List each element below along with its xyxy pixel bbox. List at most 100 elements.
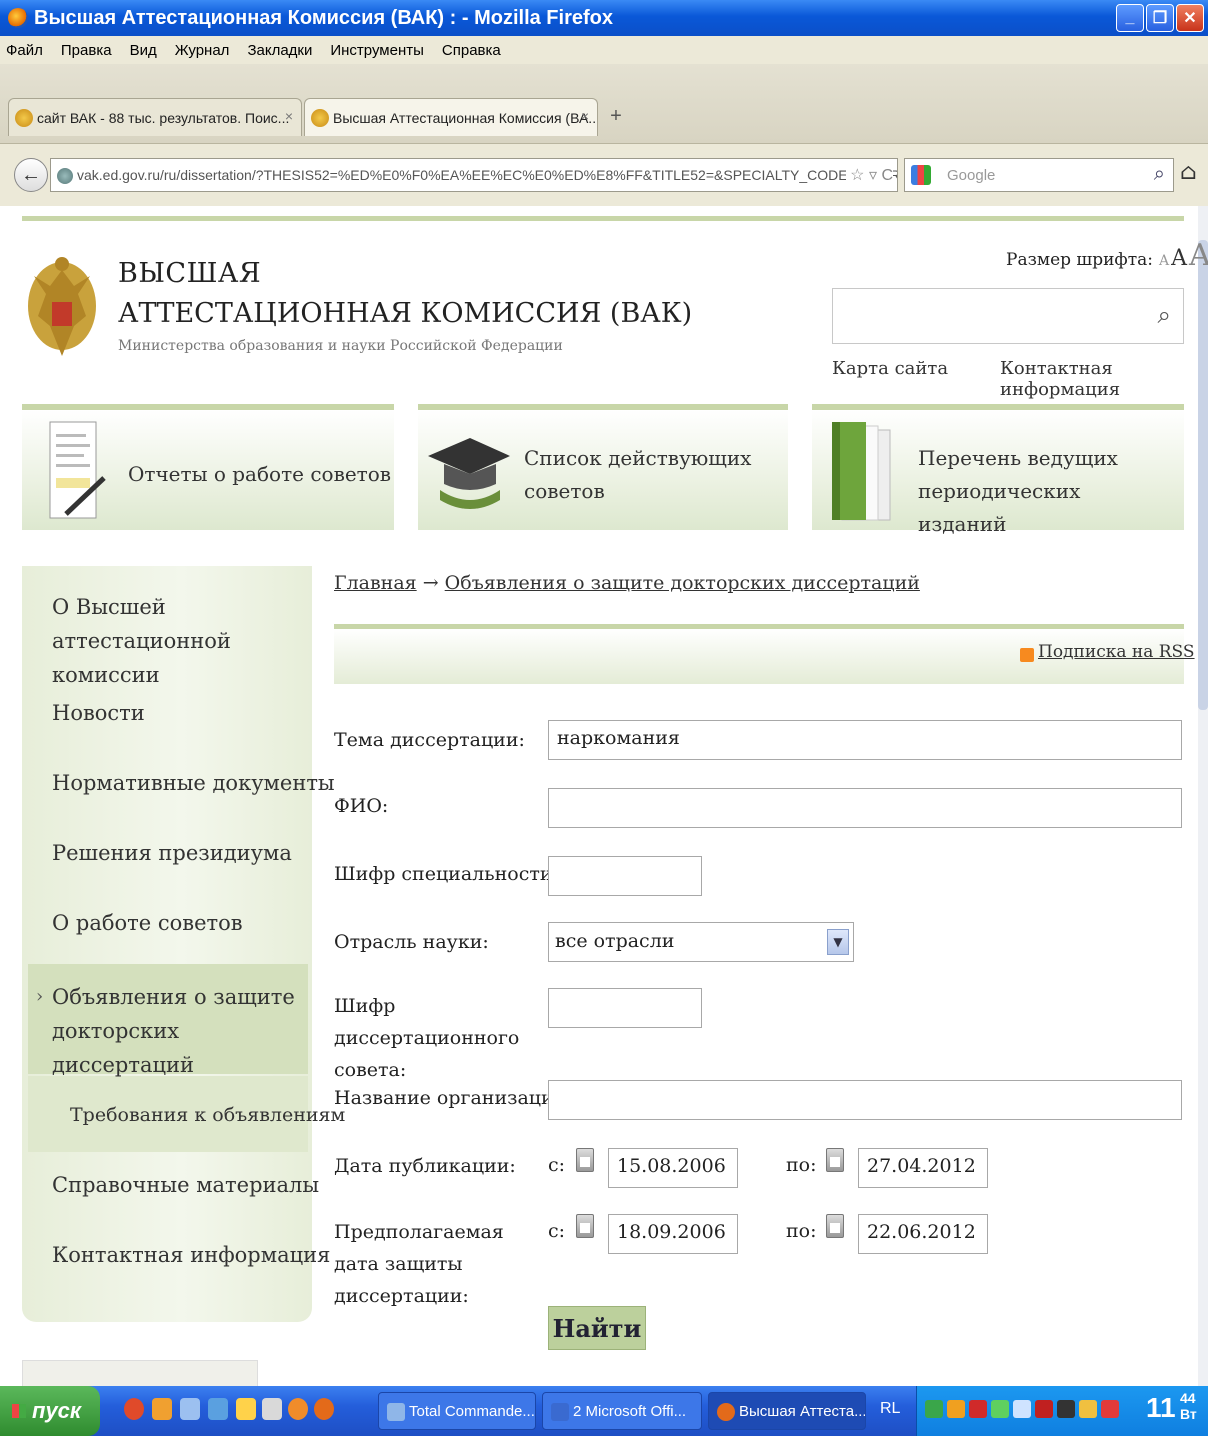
council-label: Шифр диссертационного совета: xyxy=(334,995,520,1081)
folder-icon[interactable] xyxy=(236,1398,256,1420)
rss-subscribe-link[interactable]: Подписка на RSS xyxy=(1038,642,1195,662)
back-button[interactable]: ← xyxy=(14,158,48,192)
clock-day: Вт xyxy=(1180,1406,1197,1422)
books-icon xyxy=(832,422,891,521)
find-button[interactable]: Найти xyxy=(548,1306,646,1350)
sidebar-item-contacts[interactable]: Контактная информация xyxy=(52,1238,330,1272)
task-firefox[interactable]: Высшая Аттеста... xyxy=(708,1392,866,1430)
address-bar[interactable]: vak.ed.gov.ru/ru/dissertation/?THESIS52=… xyxy=(50,158,898,192)
ati-icon[interactable] xyxy=(1035,1400,1053,1418)
sidebar-item-reference[interactable]: Справочные материалы xyxy=(52,1168,319,1202)
opera-icon[interactable] xyxy=(124,1398,144,1420)
task-total-commander[interactable]: Total Commande... xyxy=(378,1392,536,1430)
menu-history[interactable]: Журнал xyxy=(175,42,230,59)
close-window-button[interactable]: ✕ xyxy=(1176,4,1204,32)
font-size-medium[interactable]: A xyxy=(1171,246,1187,271)
minimize-button[interactable]: _ xyxy=(1116,4,1144,32)
pub-from-input[interactable]: 15.08.2006 xyxy=(608,1148,738,1188)
calculator-icon[interactable] xyxy=(262,1398,282,1420)
tray-icon[interactable] xyxy=(925,1400,943,1418)
menu-bookmarks[interactable]: Закладки xyxy=(247,42,312,59)
feature-periodicals[interactable]: Перечень ведущих периодических изданий xyxy=(812,404,1184,536)
tray-icon[interactable] xyxy=(991,1400,1009,1418)
calendar-icon[interactable] xyxy=(576,1214,594,1238)
graduation-cap-icon xyxy=(428,438,510,509)
chevron-down-icon[interactable]: ▼ xyxy=(827,929,849,955)
close-tab-icon[interactable]: × xyxy=(581,108,589,124)
tray-icon[interactable] xyxy=(1057,1400,1075,1418)
search-engine-box[interactable]: Google ⌕ xyxy=(904,158,1174,192)
clock-hour: 11 xyxy=(1146,1392,1176,1423)
publication-date-label: Дата публикации: xyxy=(334,1155,516,1177)
bookmark-reload-icons[interactable]: ☆ ▿ C xyxy=(846,165,893,185)
sidebar-bottom-block xyxy=(22,1360,258,1388)
desktop-icon[interactable] xyxy=(180,1398,200,1420)
search-icon[interactable]: ⌕ xyxy=(1154,163,1165,186)
menu-file[interactable]: Файл xyxy=(6,42,43,59)
search-tab-icon xyxy=(15,109,33,127)
calendar-icon[interactable] xyxy=(576,1148,594,1172)
feature-reports[interactable]: Отчеты о работе советов xyxy=(22,404,394,530)
firefox-icon[interactable] xyxy=(314,1398,334,1420)
menu-help[interactable]: Справка xyxy=(442,42,501,59)
language-indicator[interactable]: RL xyxy=(880,1400,900,1418)
new-tab-button[interactable]: + xyxy=(604,104,628,128)
ie-icon[interactable] xyxy=(208,1398,228,1420)
tray-icon[interactable] xyxy=(1101,1400,1119,1418)
sidebar-item-regulations[interactable]: Нормативные документы xyxy=(52,766,335,800)
sidebar-item-news[interactable]: Новости xyxy=(52,696,145,730)
font-size-large[interactable]: A xyxy=(1189,238,1208,273)
council-input[interactable] xyxy=(548,988,702,1028)
sitemap-link[interactable]: Карта сайта xyxy=(832,358,948,379)
volume-icon[interactable] xyxy=(1013,1400,1031,1418)
tab-search-results[interactable]: сайт ВАК - 88 тыс. результатов. Поис... … xyxy=(8,98,302,136)
calendar-icon[interactable] xyxy=(826,1148,844,1172)
firefox-icon xyxy=(717,1403,735,1421)
contacts-link[interactable]: Контактная информация xyxy=(1000,358,1208,400)
sidebar-item-announcements[interactable]: Объявления о защите докторских диссертац… xyxy=(52,980,302,1082)
tray-icon[interactable] xyxy=(947,1400,965,1418)
clock-minutes-value: 44 xyxy=(1180,1390,1196,1406)
window-titlebar: Высшая Аттестационная Комиссия (ВАК) : -… xyxy=(0,0,1208,36)
pub-to-input[interactable]: 27.04.2012 xyxy=(858,1148,988,1188)
total-commander-icon xyxy=(387,1403,405,1421)
font-size-small[interactable]: A xyxy=(1159,253,1169,269)
breadcrumb-home[interactable]: Главная xyxy=(334,572,417,594)
breadcrumb-current[interactable]: Объявления о защите докторских диссертац… xyxy=(445,572,920,594)
feature-councils[interactable]: Список действующих советов xyxy=(418,404,788,530)
media-icon[interactable] xyxy=(152,1398,172,1420)
google-icon[interactable] xyxy=(911,165,931,185)
fio-input[interactable] xyxy=(548,788,1182,828)
sidebar-item-councils-work[interactable]: О работе советов xyxy=(52,906,243,940)
site-identity-icon[interactable] xyxy=(57,168,73,184)
menu-tools[interactable]: Инструменты xyxy=(330,42,424,59)
tab-label: Высшая Аттестационная Комиссия (ВА... xyxy=(333,109,598,126)
tray-icon[interactable] xyxy=(969,1400,987,1418)
home-icon[interactable]: ⌂ xyxy=(1180,160,1197,185)
tab-vak[interactable]: Высшая Аттестационная Комиссия (ВА... × xyxy=(304,98,598,136)
sidebar-item-requirements[interactable]: Требования к объявлениям xyxy=(70,1098,345,1132)
menu-view[interactable]: Вид xyxy=(130,42,157,59)
topic-input[interactable]: наркомания xyxy=(548,720,1182,760)
defense-to-input[interactable]: 22.06.2012 xyxy=(858,1214,988,1254)
specialty-input[interactable] xyxy=(548,856,702,896)
sidebar-item-decisions[interactable]: Решения президиума xyxy=(52,836,292,870)
calendar-icon[interactable] xyxy=(826,1214,844,1238)
close-tab-icon[interactable]: × xyxy=(285,108,293,124)
sidebar-item-about[interactable]: О Высшей аттестационной комиссии xyxy=(52,590,302,692)
feature-label: Перечень ведущих периодических изданий xyxy=(918,446,1118,536)
maximize-button[interactable]: ❐ xyxy=(1146,4,1174,32)
defense-from-input[interactable]: 18.09.2006 xyxy=(608,1214,738,1254)
start-button[interactable]: пуск xyxy=(0,1386,100,1436)
branch-select[interactable]: все отрасли ▼ xyxy=(548,922,854,962)
page-scrollbar-thumb[interactable] xyxy=(1198,240,1208,710)
tray-icon[interactable] xyxy=(1079,1400,1097,1418)
menu-bar: Файл Правка Вид Журнал Закладки Инструме… xyxy=(0,36,1208,64)
search-icon[interactable]: ⌕ xyxy=(1158,301,1171,329)
menu-edit[interactable]: Правка xyxy=(61,42,112,59)
task-ms-office[interactable]: 2 Microsoft Offi... xyxy=(542,1392,702,1430)
app-icon[interactable] xyxy=(288,1398,308,1420)
organization-input[interactable] xyxy=(548,1080,1182,1120)
site-search-input[interactable]: ⌕ xyxy=(832,288,1184,344)
rss-icon[interactable] xyxy=(1020,648,1034,662)
